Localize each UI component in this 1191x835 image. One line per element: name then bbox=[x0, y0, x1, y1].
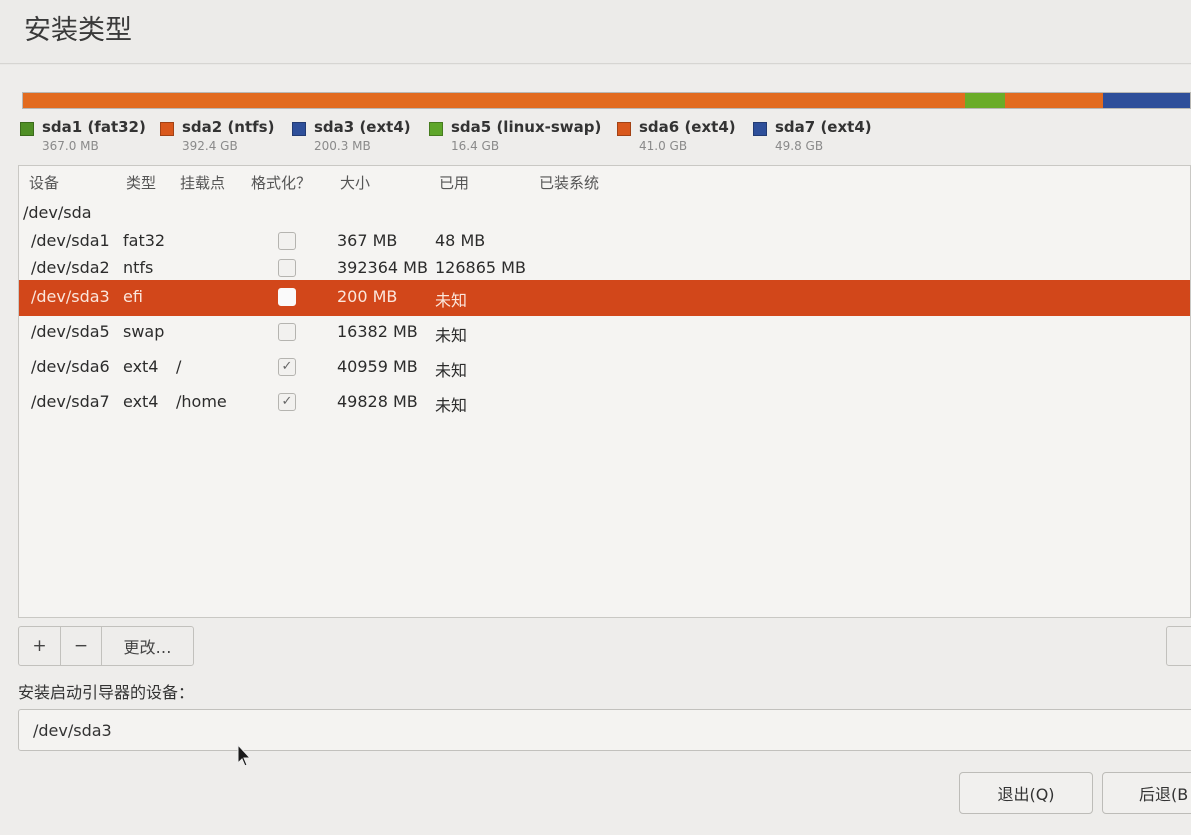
title-bar: 安装类型 bbox=[0, 0, 1191, 64]
cell-device: /dev/sda1 bbox=[31, 231, 110, 250]
format-checkbox[interactable] bbox=[278, 259, 296, 277]
legend-swatch bbox=[429, 122, 443, 136]
format-checkbox[interactable] bbox=[278, 288, 296, 306]
disk-segment-sda5 bbox=[965, 93, 1005, 108]
legend-partition-name: sda6 (ext4) bbox=[639, 118, 736, 136]
change-partition-button[interactable]: 更改… bbox=[102, 627, 193, 665]
legend-partition-size: 41.0 GB bbox=[639, 139, 688, 153]
cell-used: 48 MB bbox=[435, 231, 486, 250]
disk-usage-bar bbox=[22, 92, 1191, 109]
disk-device-name: /dev/sda bbox=[23, 203, 92, 222]
legend-partition-size: 392.4 GB bbox=[182, 139, 238, 153]
legend-partition-size: 16.4 GB bbox=[451, 139, 500, 153]
partition-toolbar: + − 更改… bbox=[18, 626, 194, 666]
legend-partition-name: sda3 (ext4) bbox=[314, 118, 411, 136]
cell-device: /dev/sda2 bbox=[31, 258, 110, 277]
cell-size: 16382 MB bbox=[337, 322, 418, 341]
disk-segment-sda7 bbox=[1103, 93, 1190, 108]
column-header-size[interactable]: 大小 bbox=[340, 172, 370, 193]
cell-type: fat32 bbox=[123, 231, 166, 250]
table-row[interactable]: /dev/sda5 swap 16382 MB 未知 bbox=[19, 315, 1190, 349]
legend-swatch bbox=[753, 122, 767, 136]
column-header-installed-system[interactable]: 已装系统 bbox=[539, 172, 599, 193]
partition-legend: sda1 (fat32) 367.0 MB sda2 (ntfs) 392.4 GB s… bbox=[20, 118, 1191, 162]
column-header-device[interactable]: 设备 bbox=[29, 172, 59, 193]
cell-used: 126865 MB bbox=[435, 258, 526, 277]
column-header-type[interactable]: 类型 bbox=[126, 172, 156, 193]
bootloader-device-select[interactable]: /dev/sda3 bbox=[18, 709, 1191, 751]
cell-device: /dev/sda6 bbox=[31, 357, 110, 376]
legend-partition-size: 49.8 GB bbox=[775, 139, 824, 153]
cell-mount-point: /home bbox=[176, 392, 227, 411]
cell-size: 49828 MB bbox=[337, 392, 418, 411]
legend-swatch bbox=[160, 122, 174, 136]
back-button[interactable]: 后退(B bbox=[1102, 772, 1191, 814]
column-header-mount[interactable]: 挂载点 bbox=[180, 172, 225, 193]
remove-partition-button[interactable]: − bbox=[61, 627, 102, 665]
format-checkbox[interactable] bbox=[278, 323, 296, 341]
bootloader-device-label: 安装启动引导器的设备： bbox=[18, 683, 195, 702]
legend-swatch bbox=[617, 122, 631, 136]
legend-partition-size: 200.3 MB bbox=[314, 139, 371, 153]
cell-type: ext4 bbox=[123, 392, 159, 411]
cell-used: 未知 bbox=[435, 326, 468, 345]
quit-button[interactable]: 退出(Q) bbox=[959, 772, 1093, 814]
page-title: 安装类型 bbox=[24, 15, 132, 46]
cell-device: /dev/sda3 bbox=[31, 287, 110, 306]
table-row[interactable]: /dev/sda3 efi 200 MB 未知 bbox=[19, 280, 1190, 316]
table-header: 设备 类型 挂载点 格式化？ 大小 已用 已装系统 bbox=[19, 166, 1190, 196]
cell-size: 367 MB bbox=[337, 231, 398, 250]
cell-mount-point: / bbox=[176, 357, 182, 376]
cell-size: 392364 MB bbox=[337, 258, 428, 277]
cell-type: swap bbox=[123, 322, 165, 341]
table-row[interactable]: /dev/sda7 ext4/home 49828 MB 未知 ✓ bbox=[19, 385, 1190, 419]
disk-segment-sda6 bbox=[1004, 93, 1104, 108]
disk-segment-sda2 bbox=[23, 93, 965, 108]
legend-swatch bbox=[20, 122, 34, 136]
column-header-used[interactable]: 已用 bbox=[439, 172, 469, 193]
cell-type: ntfs bbox=[123, 258, 154, 277]
legend-partition-name: sda1 (fat32) bbox=[42, 118, 146, 136]
new-partition-table-button[interactable] bbox=[1166, 626, 1191, 666]
table-row[interactable]: /dev/sda6 ext4 / 40959 MB 未知 ✓ bbox=[19, 350, 1190, 384]
format-checkbox[interactable]: ✓ bbox=[278, 358, 296, 376]
mouse-pointer-icon bbox=[237, 744, 252, 767]
legend-partition-size: 367.0 MB bbox=[42, 139, 99, 153]
cell-size: 200 MB bbox=[337, 287, 398, 306]
legend-partition-name: sda5 (linux-swap) bbox=[451, 118, 602, 136]
legend-partition-name: sda2 (ntfs) bbox=[182, 118, 275, 136]
cell-used: 未知 bbox=[435, 291, 468, 310]
cell-device: /dev/sda5 bbox=[31, 322, 110, 341]
add-partition-button[interactable]: + bbox=[19, 627, 61, 665]
cell-size: 40959 MB bbox=[337, 357, 418, 376]
legend-partition-name: sda7 (ext4) bbox=[775, 118, 872, 136]
format-checkbox[interactable]: ✓ bbox=[278, 393, 296, 411]
legend-swatch bbox=[292, 122, 306, 136]
format-checkbox[interactable] bbox=[278, 232, 296, 250]
column-header-format[interactable]: 格式化？ bbox=[251, 172, 311, 193]
cell-device: /dev/sda7 bbox=[31, 392, 110, 411]
partition-table[interactable]: 设备 类型 挂载点 格式化？ 大小 已用 已装系统 /dev/sda /dev/… bbox=[18, 165, 1191, 618]
cell-used: 未知 bbox=[435, 396, 468, 415]
cell-used: 未知 bbox=[435, 361, 468, 380]
bootloader-device-value: /dev/sda3 bbox=[33, 721, 112, 740]
cell-type: efi bbox=[123, 287, 143, 306]
cell-type: ext4 bbox=[123, 357, 159, 376]
